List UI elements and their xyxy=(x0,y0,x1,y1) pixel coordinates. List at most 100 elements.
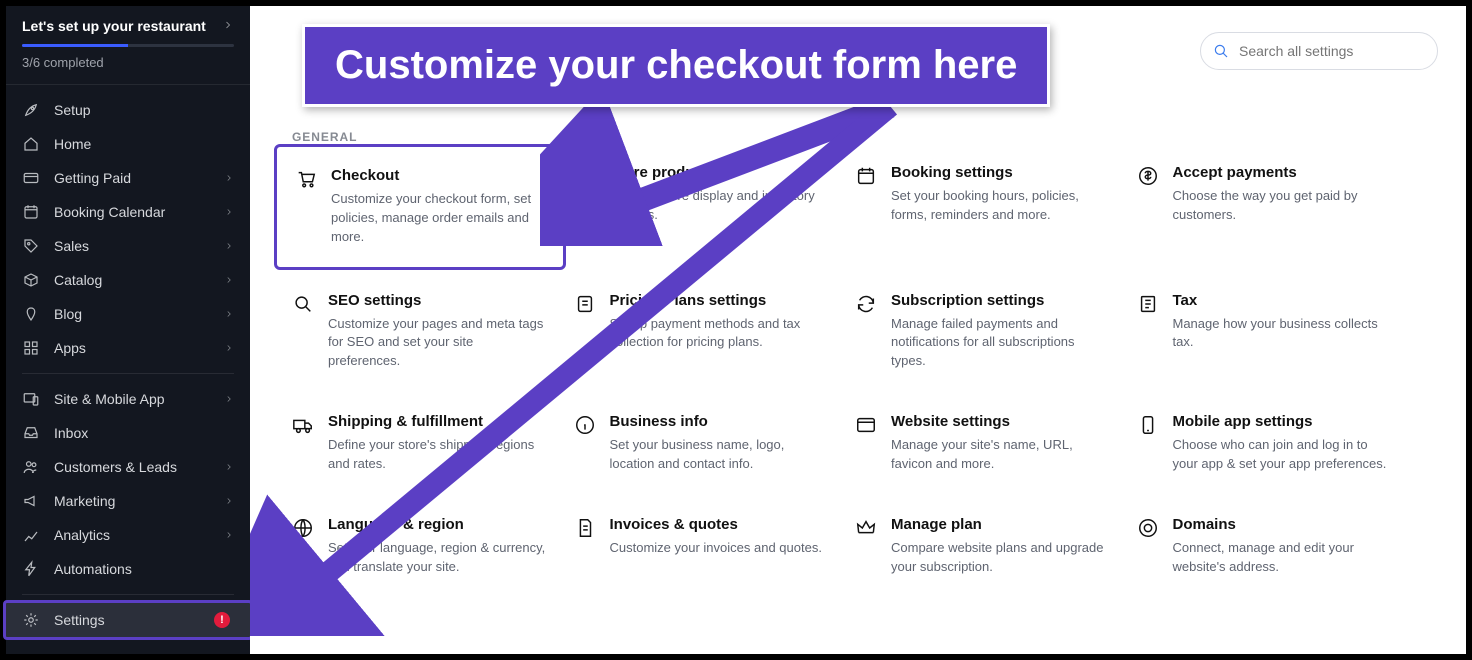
nav-label: Home xyxy=(54,136,91,152)
card-desc: Manage store display and inventory setti… xyxy=(610,187,830,225)
sidebar-item-site-mobile[interactable]: Site & Mobile App xyxy=(6,382,250,416)
nav-label: Marketing xyxy=(54,493,115,509)
card-desc: Customize your checkout form, set polici… xyxy=(331,190,545,247)
card-checkout[interactable]: Checkout Customize your checkout form, se… xyxy=(274,144,566,270)
card-title: Booking settings xyxy=(891,164,1111,181)
card-title: Language & region xyxy=(328,516,548,533)
card-title: Store products xyxy=(610,164,830,181)
setup-completed-text: 3/6 completed xyxy=(22,55,234,70)
chevron-right-icon xyxy=(224,306,234,322)
setup-banner[interactable]: Let's set up your restaurant 3/6 complet… xyxy=(6,6,250,85)
chevron-right-icon xyxy=(224,459,234,475)
chart-icon xyxy=(22,526,40,544)
sidebar: Let's set up your restaurant 3/6 complet… xyxy=(6,6,250,654)
crown-icon xyxy=(855,517,877,539)
sidebar-item-settings[interactable]: Settings ! xyxy=(6,603,250,637)
receipt-icon xyxy=(1137,293,1159,315)
card-desc: Manage failed payments and notifications… xyxy=(891,315,1111,372)
chevron-right-icon xyxy=(224,272,234,288)
sidebar-item-blog[interactable]: Blog xyxy=(6,297,250,331)
search-input[interactable] xyxy=(1200,32,1438,70)
nav-label: Automations xyxy=(54,561,132,577)
card-desc: Choose who can join and log in to your a… xyxy=(1173,436,1393,474)
sidebar-item-customers[interactable]: Customers & Leads xyxy=(6,450,250,484)
card-title: Invoices & quotes xyxy=(610,516,830,533)
sidebar-item-getting-paid[interactable]: Getting Paid xyxy=(6,161,250,195)
store-icon xyxy=(574,165,596,187)
card-booking-settings[interactable]: Booking settings Set your booking hours, … xyxy=(855,164,1111,250)
card-seo-settings[interactable]: SEO settingsCustomize your pages and met… xyxy=(292,292,548,372)
calendar-icon xyxy=(855,165,877,187)
nav-label: Apps xyxy=(54,340,86,356)
card-invoices-quotes[interactable]: Invoices & quotesCustomize your invoices… xyxy=(574,516,830,577)
card-title: Accept payments xyxy=(1173,164,1393,181)
card-mobile-app-settings[interactable]: Mobile app settings Choose who can join a… xyxy=(1137,413,1393,474)
card-tax[interactable]: TaxManage how your business collects tax… xyxy=(1137,292,1393,372)
card-subscription-settings[interactable]: Subscription settings Manage failed payme… xyxy=(855,292,1111,372)
card-business-info[interactable]: Business info Set your business name, log… xyxy=(574,413,830,474)
card-desc: Choose the way you get paid by customers… xyxy=(1173,187,1393,225)
card-title: Checkout xyxy=(331,167,545,184)
card-store-products[interactable]: Store products Manage store display and i… xyxy=(574,164,830,250)
pen-icon xyxy=(22,305,40,323)
refresh-icon xyxy=(855,293,877,315)
sidebar-item-analytics[interactable]: Analytics xyxy=(6,518,250,552)
card-desc: Manage your site's name, URL, favicon an… xyxy=(891,436,1111,474)
sidebar-nav: Setup Home Getting Paid Booking Calendar… xyxy=(6,85,250,645)
grid-icon xyxy=(22,339,40,357)
nav-divider xyxy=(22,373,234,374)
card-title: Mobile app settings xyxy=(1173,413,1393,430)
sidebar-item-sales[interactable]: Sales xyxy=(6,229,250,263)
tag-icon xyxy=(22,237,40,255)
sidebar-item-apps[interactable]: Apps xyxy=(6,331,250,365)
card-desc: Set up payment methods and tax collectio… xyxy=(610,315,830,353)
search-wrap xyxy=(1200,32,1438,70)
card-desc: Set your booking hours, policies, forms,… xyxy=(891,187,1111,225)
card-title: Tax xyxy=(1173,292,1393,309)
card-title: Subscription settings xyxy=(891,292,1111,309)
nav-label: Sales xyxy=(54,238,89,254)
sidebar-item-inbox[interactable]: Inbox xyxy=(6,416,250,450)
chevron-right-icon xyxy=(224,493,234,509)
card-language-region[interactable]: Language & regionSet your language, regi… xyxy=(292,516,548,577)
device-icon xyxy=(22,390,40,408)
sidebar-item-automations[interactable]: Automations xyxy=(6,552,250,586)
people-icon xyxy=(22,458,40,476)
cart-icon xyxy=(295,168,317,190)
card-desc: Set your business name, logo, location a… xyxy=(610,436,830,474)
sidebar-item-setup[interactable]: Setup xyxy=(6,93,250,127)
annotation-callout: Customize your checkout form here xyxy=(302,24,1050,107)
sidebar-item-home[interactable]: Home xyxy=(6,127,250,161)
chevron-right-icon xyxy=(224,204,234,220)
annotation-highlight-border xyxy=(3,600,253,640)
card-desc: Connect, manage and edit your website's … xyxy=(1173,539,1393,577)
card-shipping[interactable]: Shipping & fulfillmentDefine your store'… xyxy=(292,413,548,474)
nav-label: Inbox xyxy=(54,425,88,441)
invoice-icon xyxy=(574,517,596,539)
plan-icon xyxy=(574,293,596,315)
inbox-icon xyxy=(22,424,40,442)
box-icon xyxy=(22,271,40,289)
card-manage-plan[interactable]: Manage plan Compare website plans and upg… xyxy=(855,516,1111,577)
home-icon xyxy=(22,135,40,153)
card-domains[interactable]: Domains Connect, manage and edit your web… xyxy=(1137,516,1393,577)
card-website-settings[interactable]: Website settingsManage your site's name,… xyxy=(855,413,1111,474)
nav-label: Catalog xyxy=(54,272,102,288)
nav-label: Blog xyxy=(54,306,82,322)
rocket-icon xyxy=(22,101,40,119)
setup-title: Let's set up your restaurant xyxy=(22,18,206,34)
card-desc: Compare website plans and upgrade your s… xyxy=(891,539,1111,577)
sidebar-item-catalog[interactable]: Catalog xyxy=(6,263,250,297)
card-pricing-plans[interactable]: Pricing Plans settingsSet up payment met… xyxy=(574,292,830,372)
nav-divider xyxy=(22,594,234,595)
chevron-right-icon xyxy=(224,391,234,407)
dollar-icon xyxy=(1137,165,1159,187)
sidebar-item-marketing[interactable]: Marketing xyxy=(6,484,250,518)
chevron-right-icon xyxy=(224,238,234,254)
card-title: Business info xyxy=(610,413,830,430)
card-title: Domains xyxy=(1173,516,1393,533)
card-title: Manage plan xyxy=(891,516,1111,533)
section-label-general: GENERAL xyxy=(292,130,1424,144)
sidebar-item-booking-calendar[interactable]: Booking Calendar xyxy=(6,195,250,229)
card-accept-payments[interactable]: Accept payments Choose the way you get pa… xyxy=(1137,164,1393,250)
